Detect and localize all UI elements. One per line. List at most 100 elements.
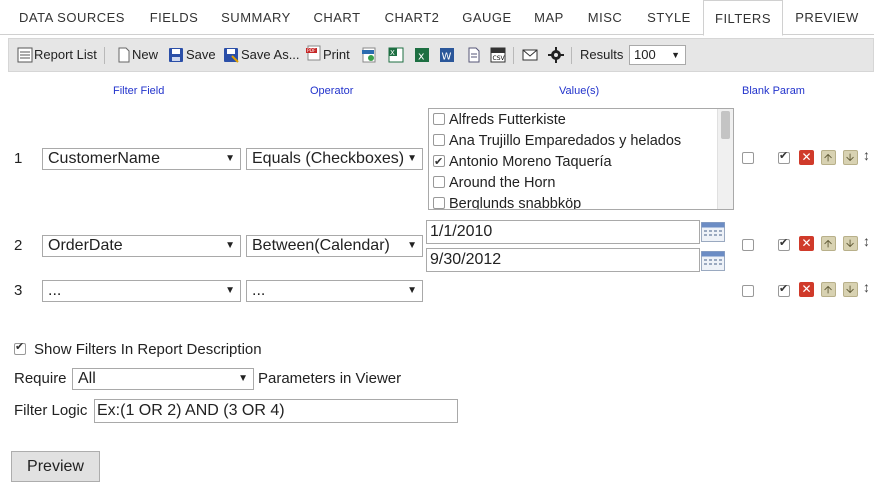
tab-fields[interactable]: FIELDS: [140, 0, 208, 35]
list-item-label: Around the Horn: [449, 175, 556, 191]
checkbox[interactable]: [433, 176, 445, 188]
date-from-input[interactable]: 1/1/2010: [426, 220, 700, 244]
svg-text:x: x: [418, 50, 425, 63]
filter-enabled-checkbox[interactable]: [778, 149, 790, 164]
filter-row-number: 1: [14, 150, 23, 167]
chevron-down-icon: ▼: [405, 281, 417, 301]
operator-select[interactable]: Equals (Checkboxes) ▼: [246, 148, 423, 170]
chevron-down-icon: ▼: [671, 50, 680, 60]
move-up-icon[interactable]: [821, 282, 836, 297]
move-down-icon[interactable]: [843, 236, 858, 251]
svg-text:X: X: [390, 49, 395, 57]
tab-data-sources[interactable]: DATA SOURCES: [10, 0, 134, 35]
filter-logic-input[interactable]: Ex:(1 OR 2) AND (3 OR 4): [94, 399, 458, 423]
move-down-icon[interactable]: [843, 150, 858, 165]
report-list-button[interactable]: Report List: [34, 39, 97, 71]
move-down-icon[interactable]: [843, 282, 858, 297]
listbox-scrollbar[interactable]: [717, 109, 733, 209]
blank-param-checkbox[interactable]: [742, 152, 754, 164]
values-checkbox-list[interactable]: Alfreds Futterkiste Ana Trujillo Empared…: [428, 108, 734, 210]
calendar-icon[interactable]: [701, 251, 725, 271]
tab-chart2[interactable]: CHART2: [376, 0, 448, 35]
operator-select[interactable]: Between(Calendar) ▼: [246, 235, 423, 257]
require-value: All: [78, 370, 96, 387]
filter-field-value: CustomerName: [48, 150, 161, 167]
save-button[interactable]: Save: [186, 39, 216, 71]
filter-field-select[interactable]: OrderDate ▼: [42, 235, 241, 257]
operator-value: Between(Calendar): [252, 237, 390, 254]
drag-sort-icon[interactable]: ↕: [863, 233, 870, 249]
document-icon[interactable]: [466, 47, 482, 63]
require-select[interactable]: All ▼: [72, 368, 254, 390]
toolbar-divider: [571, 47, 572, 64]
checkbox-checked[interactable]: [433, 152, 445, 173]
require-suffix-label: Parameters in Viewer: [258, 370, 402, 387]
tab-gauge[interactable]: GAUGE: [455, 0, 519, 35]
filter-logic-label: Filter Logic: [14, 402, 88, 419]
list-item-label: Berglunds snabbköp: [449, 196, 582, 210]
save-as-button[interactable]: Save As...: [241, 39, 300, 71]
list-item[interactable]: Ana Trujillo Emparedados y helados: [433, 131, 681, 152]
header-filter-field: Filter Field: [113, 85, 165, 97]
chevron-down-icon: ▼: [405, 149, 417, 169]
date-to-input[interactable]: 9/30/2012: [426, 248, 700, 272]
drag-sort-icon[interactable]: ↕: [863, 147, 870, 163]
move-up-icon[interactable]: [821, 150, 836, 165]
list-item-label: Ana Trujillo Emparedados y helados: [449, 133, 682, 149]
tab-map[interactable]: MAP: [526, 0, 572, 35]
blank-param-checkbox[interactable]: [742, 239, 754, 251]
toolbar: Report List New Save Save As... PDF Prin…: [8, 38, 874, 72]
filter-enabled-checkbox[interactable]: [778, 236, 790, 251]
results-select[interactable]: 100 ▼: [629, 45, 686, 65]
move-up-icon[interactable]: [821, 236, 836, 251]
filter-field-select[interactable]: ... ▼: [42, 280, 241, 302]
tab-chart[interactable]: CHART: [306, 0, 368, 35]
list-item[interactable]: Alfreds Futterkiste: [433, 110, 566, 131]
blank-param-checkbox[interactable]: [742, 285, 754, 297]
checkbox[interactable]: [433, 134, 445, 146]
preview-button[interactable]: Preview: [11, 451, 100, 482]
excel-export-icon[interactable]: X: [388, 47, 404, 63]
drag-sort-icon[interactable]: ↕: [863, 279, 870, 295]
print-button[interactable]: Print: [323, 39, 350, 71]
list-item[interactable]: Berglunds snabbköp: [433, 194, 582, 210]
word-icon[interactable]: W: [439, 47, 455, 63]
calendar-icon[interactable]: [701, 222, 725, 242]
delete-filter-button[interactable]: ✕: [799, 236, 814, 251]
filter-field-select[interactable]: CustomerName ▼: [42, 148, 241, 170]
scrollbar-thumb[interactable]: [721, 111, 730, 139]
chevron-down-icon: ▼: [223, 236, 235, 256]
csv-icon[interactable]: CSV: [490, 47, 506, 63]
report-list-icon[interactable]: [17, 47, 33, 63]
save-as-icon[interactable]: [223, 47, 239, 63]
operator-value: ...: [252, 282, 266, 299]
tab-preview[interactable]: PREVIEW: [787, 0, 867, 35]
new-button[interactable]: New: [132, 39, 158, 71]
tab-style[interactable]: STYLE: [638, 0, 700, 35]
list-item[interactable]: Antonio Moreno Taquería: [433, 152, 612, 173]
delete-filter-button[interactable]: ✕: [799, 150, 814, 165]
save-icon[interactable]: [168, 47, 184, 63]
checkbox[interactable]: [433, 113, 445, 125]
show-filters-label: Show Filters In Report Description: [34, 341, 262, 358]
toolbar-divider: [513, 47, 514, 64]
chevron-down-icon: ▼: [405, 236, 417, 256]
checkbox[interactable]: [433, 197, 445, 209]
delete-filter-button[interactable]: ✕: [799, 282, 814, 297]
filter-enabled-checkbox[interactable]: [778, 282, 790, 297]
pdf-print-icon[interactable]: PDF: [306, 45, 322, 61]
tab-summary[interactable]: SUMMARY: [212, 0, 300, 35]
gear-icon[interactable]: [548, 47, 564, 63]
operator-select[interactable]: ... ▼: [246, 280, 423, 302]
html-export-icon[interactable]: [361, 47, 377, 63]
new-doc-icon[interactable]: [116, 47, 132, 63]
excel-icon[interactable]: x: [414, 47, 430, 63]
header-blank-param: Blank Param: [742, 85, 805, 97]
tab-bar: DATA SOURCES FIELDS SUMMARY CHART CHART2…: [0, 0, 874, 36]
tab-filters[interactable]: FILTERS: [703, 0, 783, 36]
show-filters-checkbox[interactable]: [14, 340, 26, 355]
tab-misc[interactable]: MISC: [580, 0, 630, 35]
header-values: Value(s): [559, 85, 600, 97]
list-item[interactable]: Around the Horn: [433, 173, 555, 194]
email-icon[interactable]: [522, 47, 538, 63]
